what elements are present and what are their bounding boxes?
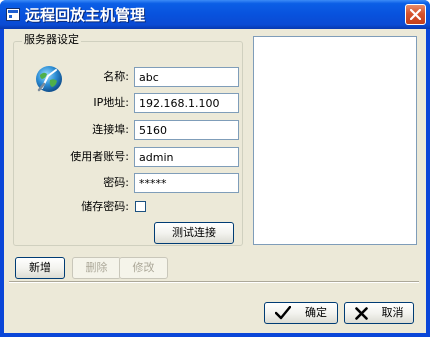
save-password-label: 储存密码: [81, 200, 129, 213]
username-field[interactable] [134, 147, 239, 167]
dialog-window: 远程回放主机管理 名称: abc IP地址: 192.168.1.100 连接埠… [0, 0, 430, 337]
modify-button[interactable]: 修改 [119, 257, 168, 279]
app-icon [6, 8, 20, 21]
window-title: 远程回放主机管理 [25, 6, 146, 24]
test-connection-button[interactable]: 测试连接 [154, 222, 234, 244]
server-list[interactable] [253, 36, 417, 245]
password-field[interactable] [134, 173, 239, 193]
name-label: 名称: [103, 70, 129, 83]
name-field[interactable] [134, 67, 239, 87]
ip-address-label: IP地址: [93, 96, 129, 109]
close-button[interactable] [405, 4, 426, 25]
port-field[interactable] [134, 120, 239, 140]
cancel-label: 取消 [381, 306, 404, 319]
port-label: 连接埠: [92, 123, 129, 136]
close-icon [410, 9, 421, 20]
dialog-client-area: 名称: IP地址: 连接埠: 使用者账号: 密码: 储存密码: 测试连接 服务器… [4, 29, 426, 333]
password-label: 密码: [103, 176, 129, 189]
username-label: 使用者账号: [70, 150, 129, 163]
add-button[interactable]: 新增 [15, 257, 65, 279]
separator-line [9, 281, 419, 283]
title-bar[interactable]: 远程回放主机管理 [0, 0, 430, 29]
x-icon [354, 306, 368, 320]
server-settings-title: 服务器设定 [22, 33, 81, 47]
server-settings-group: 名称: IP地址: 连接埠: 使用者账号: 密码: 储存密码: 测试连接 [13, 41, 243, 246]
delete-button[interactable]: 删除 [72, 257, 121, 279]
ok-label: 确定 [305, 306, 327, 319]
ok-button[interactable]: 确定 [264, 302, 338, 324]
ip-address-field[interactable] [134, 93, 239, 113]
cancel-button[interactable]: 取消 [344, 302, 414, 324]
checkmark-icon [275, 306, 291, 320]
save-password-checkbox[interactable] [135, 201, 146, 212]
